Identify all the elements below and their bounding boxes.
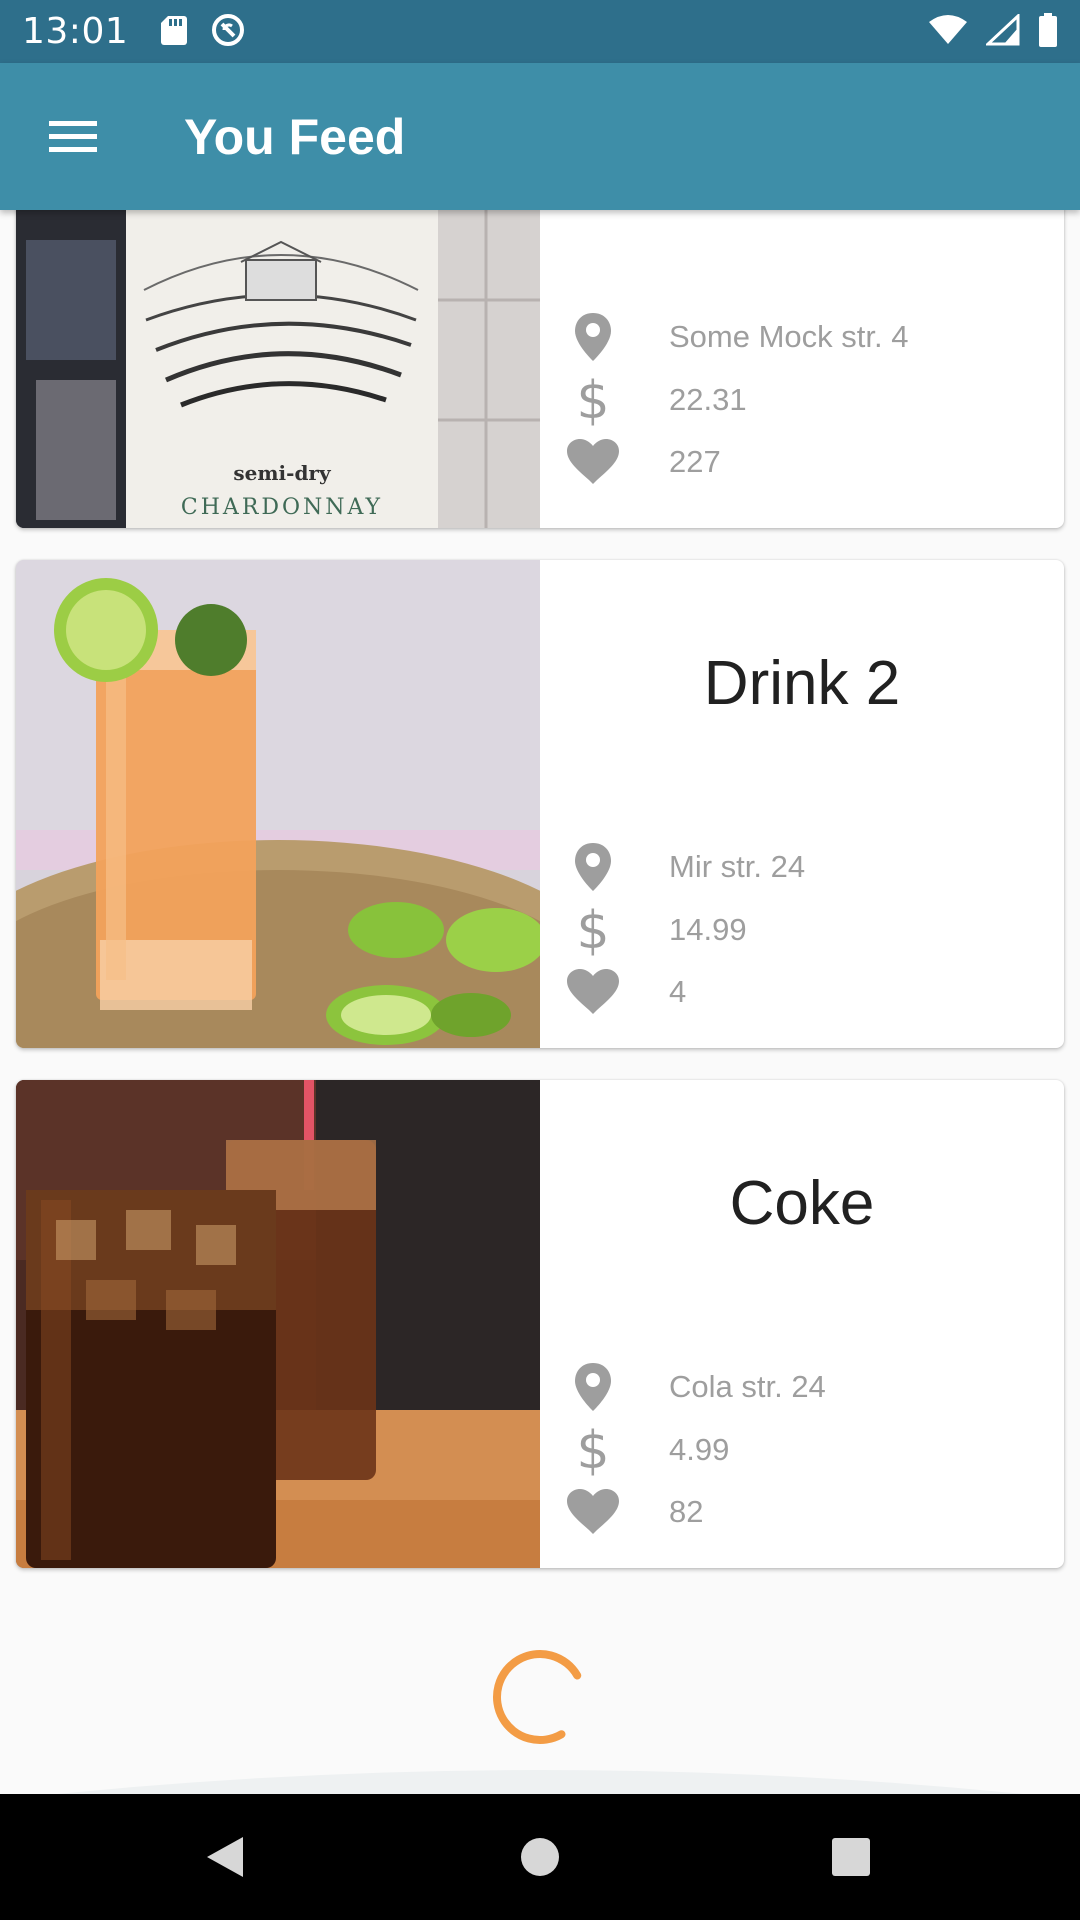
app-bar: You Feed <box>0 63 1080 210</box>
price-row: $ 4.99 <box>565 1422 729 1478</box>
svg-text:$: $ <box>576 1424 609 1476</box>
dollar-icon: $ <box>565 902 621 958</box>
likes-text: 227 <box>669 444 721 479</box>
recents-icon[interactable] <box>806 1812 896 1902</box>
coke-glass-image <box>16 1080 540 1568</box>
heart-icon <box>565 964 621 1020</box>
card-body: Coke Cola str. 24 $ 4.99 82 <box>540 1080 1064 1568</box>
location-pin-icon <box>565 309 621 365</box>
address-text: Some Mock str. 4 <box>669 319 909 354</box>
likes-text: 82 <box>669 1494 704 1529</box>
signal-icon <box>984 12 1020 50</box>
system-nav-bar <box>0 1794 1080 1920</box>
likes-row: 4 <box>565 964 686 1020</box>
price-text: 4.99 <box>669 1432 730 1467</box>
address-row: Some Mock str. 4 <box>565 309 908 365</box>
svg-text:$: $ <box>576 904 609 956</box>
card-body: Drink 2 Mir str. 24 $ 14.99 4 <box>540 560 1064 1048</box>
sd-card-icon <box>160 14 188 50</box>
drink-title: Coke <box>729 1169 875 1238</box>
feed-card[interactable]: Drink 2 Mir str. 24 $ 14.99 4 <box>16 560 1064 1048</box>
heart-icon <box>565 1484 621 1540</box>
address-row: Cola str. 24 <box>565 1359 826 1415</box>
location-pin-icon <box>565 839 621 895</box>
likes-row: 227 <box>565 434 721 490</box>
price-row: $ 14.99 <box>565 902 747 958</box>
loading-spinner <box>483 1640 597 1754</box>
heart-icon <box>565 434 621 490</box>
status-time: 13:01 <box>22 11 129 52</box>
price-text: 22.31 <box>669 382 747 417</box>
dollar-icon: $ <box>565 372 621 428</box>
address-text: Cola str. 24 <box>669 1369 826 1404</box>
address-row: Mir str. 24 <box>565 839 805 895</box>
hamburger-menu-icon[interactable] <box>36 100 110 174</box>
feed-list[interactable]: semi-dry CHARDONNAY Some Mock str. 4 $ 2… <box>0 210 1080 1794</box>
app-title: You Feed <box>184 108 406 165</box>
feed-card[interactable]: Coke Cola str. 24 $ 4.99 82 <box>16 1080 1064 1568</box>
back-icon[interactable] <box>180 1812 270 1902</box>
bottom-overscroll-glow <box>0 1740 1080 1800</box>
wine-label-line2: CHARDONNAY <box>181 495 383 520</box>
likes-row: 82 <box>565 1484 703 1540</box>
card-body: Some Mock str. 4 $ 22.31 227 <box>540 210 1064 528</box>
drink-title: Drink 2 <box>703 649 901 718</box>
address-text: Mir str. 24 <box>669 849 806 884</box>
likes-text: 4 <box>669 974 687 1009</box>
wine-label-line1: semi-dry <box>233 461 332 485</box>
svg-text:$: $ <box>576 374 609 426</box>
battery-icon <box>1038 12 1058 51</box>
wifi-icon <box>928 14 968 50</box>
home-icon[interactable] <box>495 1812 585 1902</box>
location-pin-icon <box>565 1359 621 1415</box>
dollar-icon: $ <box>565 1422 621 1478</box>
price-text: 14.99 <box>669 912 747 947</box>
price-row: $ 22.31 <box>565 372 747 428</box>
no-data-icon <box>210 12 246 52</box>
feed-card[interactable]: semi-dry CHARDONNAY Some Mock str. 4 $ 2… <box>16 210 1064 528</box>
status-bar: 13:01 <box>0 0 1080 63</box>
orange-cocktail-image <box>16 560 540 1048</box>
wine-bottle-image: semi-dry CHARDONNAY <box>16 210 540 528</box>
